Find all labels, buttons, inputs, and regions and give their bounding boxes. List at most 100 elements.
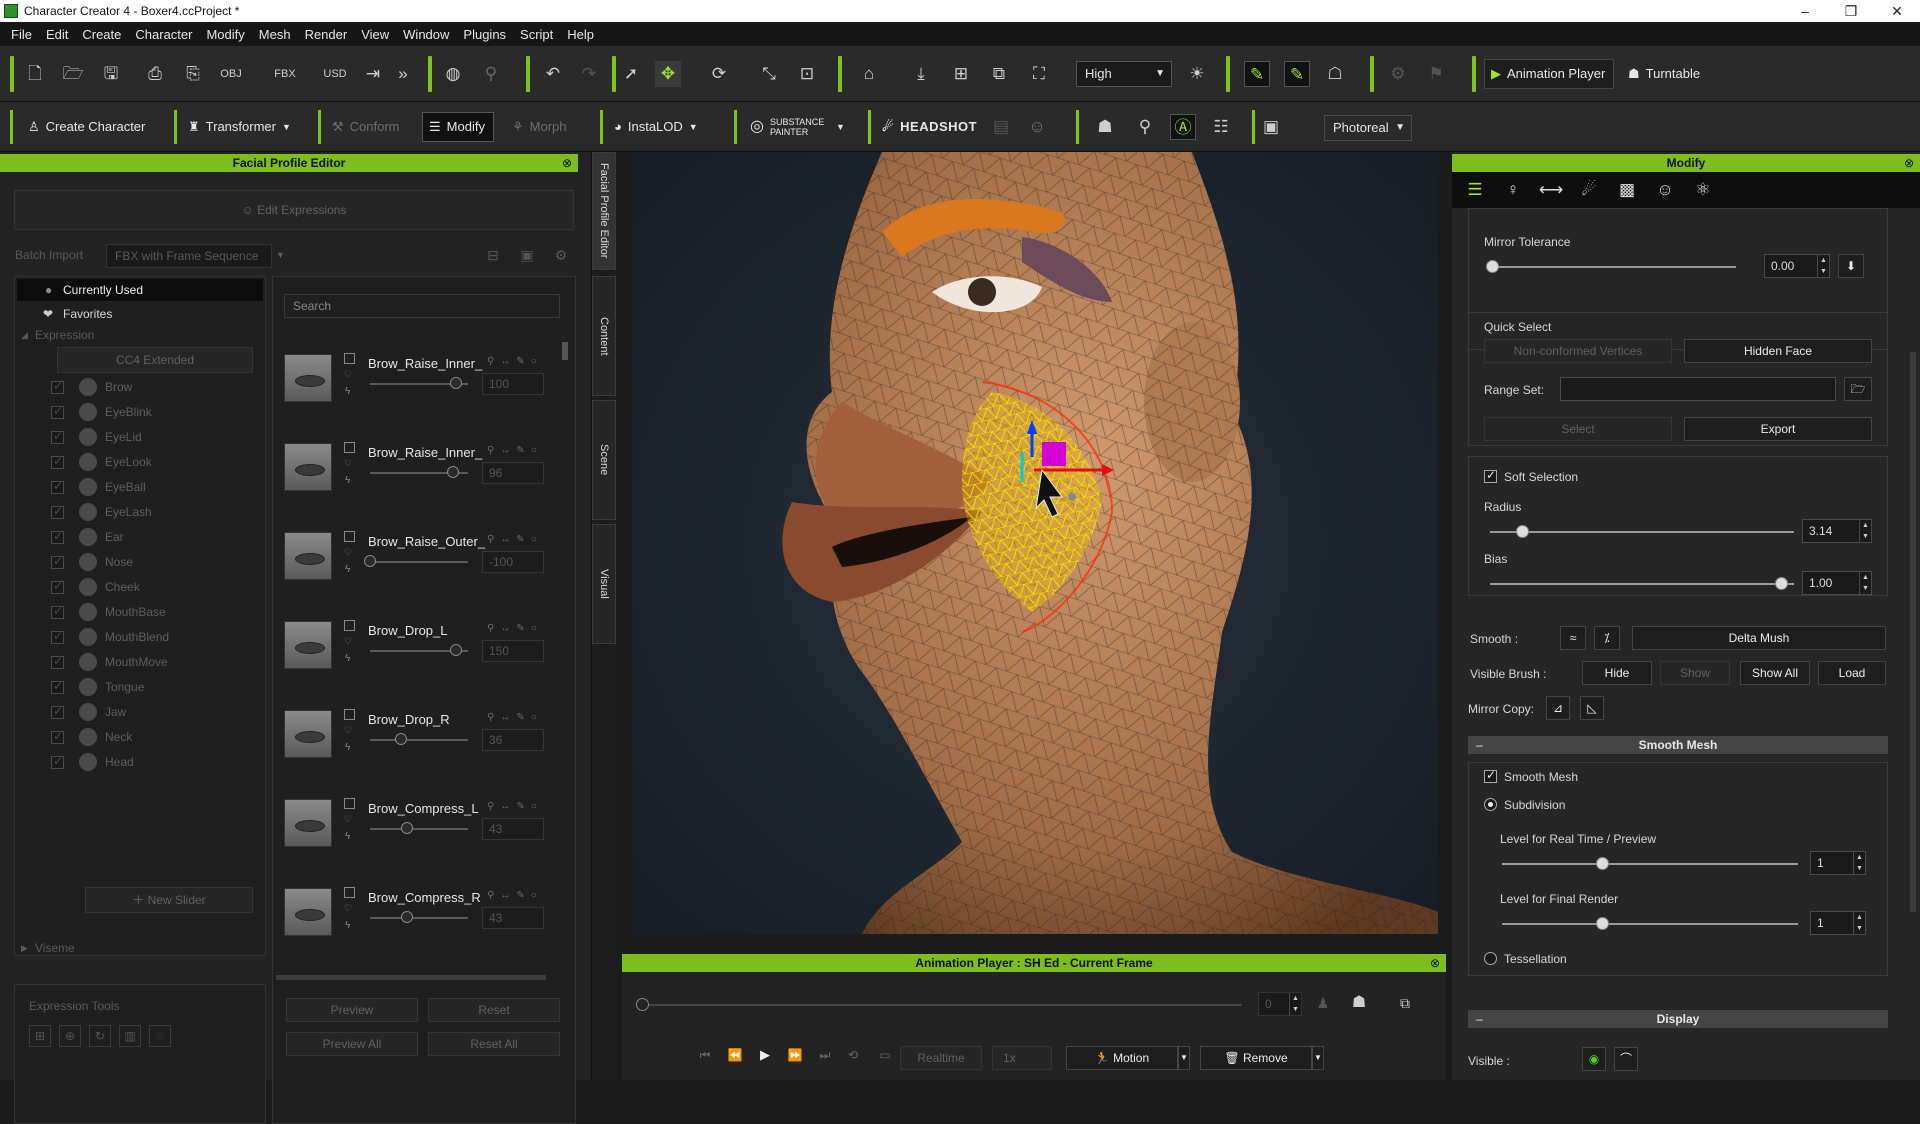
timeline-knob[interactable] — [636, 998, 649, 1011]
category-item[interactable]: Neck — [49, 727, 249, 749]
head-tab-icon[interactable]: ☺ — [1652, 177, 1678, 203]
tool-3-icon[interactable]: ↻ — [89, 1025, 111, 1047]
new-file-icon[interactable]: 🗋 — [22, 61, 48, 87]
category-checkbox[interactable] — [51, 454, 64, 469]
render-icon[interactable]: ▣ — [1258, 114, 1284, 140]
level-realtime-knob[interactable] — [1596, 857, 1609, 870]
smooth-icon[interactable]: ≈ — [1560, 626, 1586, 650]
heart-icon[interactable]: ♡ — [344, 725, 352, 736]
expression-tools-icons[interactable]: ⚲↔✎○ — [487, 712, 543, 723]
show-all-button[interactable]: Show All — [1740, 661, 1810, 685]
range-set-field[interactable] — [1560, 377, 1836, 401]
play-icon[interactable]: ▶ — [752, 1042, 778, 1068]
expression-value-field[interactable]: 96 — [482, 462, 544, 484]
minimize-button[interactable]: – — [1782, 3, 1828, 20]
close-icon[interactable]: ⊗ — [1430, 954, 1440, 972]
prev-frame-icon[interactable]: ⏪ — [722, 1042, 748, 1068]
expression-value-field[interactable]: 43 — [482, 818, 544, 840]
3d-viewport[interactable] — [632, 152, 1438, 934]
category-item[interactable]: Nose — [49, 552, 249, 574]
expression-slider-track[interactable] — [370, 917, 468, 919]
category-checkbox[interactable] — [51, 504, 64, 519]
subtitle-icon[interactable]: ▭ — [872, 1042, 898, 1068]
conform-button[interactable]: ⚒ Conform — [326, 112, 406, 142]
subdivision-radio[interactable] — [1484, 798, 1497, 811]
expression-slider-track[interactable] — [370, 739, 468, 741]
tab-facial-profile-editor[interactable]: Facial Profile Editor — [592, 152, 616, 270]
spin-arrows-icon[interactable]: ▲ ▼ — [1853, 912, 1865, 934]
spin-arrows-icon[interactable]: ▲ ▼ — [1859, 572, 1871, 594]
next-frame-icon[interactable]: ⏩ — [782, 1042, 808, 1068]
expression-tools-icons[interactable]: ⚲↔✎○ — [487, 890, 543, 901]
mirror-tolerance-knob[interactable] — [1486, 260, 1499, 273]
expression-slider-knob[interactable] — [400, 911, 413, 923]
category-item[interactable]: EyeBall — [49, 477, 249, 499]
category-checkbox[interactable] — [51, 754, 64, 769]
spin-arrows-icon[interactable]: ▲ ▼ — [1853, 852, 1865, 874]
maximize-button[interactable]: ❐ — [1828, 3, 1874, 20]
export-icon[interactable]: ⎘ — [180, 61, 206, 87]
category-checkbox[interactable] — [51, 629, 64, 644]
category-checkbox[interactable] — [51, 429, 64, 444]
menu-script[interactable]: Script — [513, 27, 560, 42]
heart-icon[interactable]: ♡ — [344, 547, 352, 558]
profile-dropdown[interactable]: CC4 Extended — [57, 347, 253, 373]
expression-slider-knob[interactable] — [450, 644, 462, 656]
lightning-icon[interactable]: ϟ — [345, 564, 350, 575]
heart-icon[interactable]: ♡ — [344, 369, 352, 380]
lightning-icon[interactable]: ϟ — [345, 475, 350, 486]
radius-knob[interactable] — [1516, 525, 1529, 538]
category-checkbox[interactable] — [51, 579, 64, 594]
lightning-icon[interactable]: ϟ — [345, 742, 350, 753]
motion-tab-icon[interactable]: ☄ — [1576, 177, 1602, 203]
mirror-copy-left-icon[interactable]: ⊿ — [1546, 696, 1570, 720]
preview-button[interactable]: Preview — [286, 998, 418, 1022]
expression-checkbox[interactable] — [344, 798, 355, 809]
inspect-icon[interactable]: ⚲ — [1132, 114, 1158, 140]
drop-to-floor-icon[interactable]: ⤓ — [908, 61, 934, 87]
expression-checkbox[interactable] — [344, 442, 355, 453]
expression-slider-track[interactable] — [370, 561, 468, 563]
turntable-button[interactable]: ☗ Turntable — [1622, 59, 1742, 89]
heart-icon[interactable]: ♡ — [344, 458, 352, 469]
go-start-icon[interactable]: ⏮ — [692, 1042, 718, 1068]
category-item[interactable]: Ear — [49, 527, 249, 549]
category-checkbox[interactable] — [51, 604, 64, 619]
expression-slider-knob[interactable] — [400, 822, 413, 834]
select-button[interactable]: Select — [1484, 417, 1672, 441]
obj-export-icon[interactable]: OBJ — [218, 61, 244, 87]
realtime-button[interactable]: Realtime — [900, 1046, 982, 1070]
expression-row[interactable]: ♡ ϟ Brow_Raise_Inner_ ⚲↔✎○ 96 — [282, 441, 572, 523]
window-icon[interactable]: ⧉ — [1392, 990, 1418, 1016]
tree-item-favorites[interactable]: ❤ Favorites — [17, 303, 263, 325]
expression-checkbox[interactable] — [344, 353, 355, 364]
load-button[interactable]: Load — [1818, 661, 1886, 685]
category-checkbox[interactable] — [51, 679, 64, 694]
modify-button[interactable]: ☰ Modify — [422, 112, 494, 142]
live-link-icon[interactable]: ◍ — [440, 61, 466, 87]
timeline-track[interactable] — [642, 1004, 1242, 1006]
fbx-export-icon[interactable]: FBX — [272, 61, 298, 87]
spin-arrows-icon[interactable]: ▲ ▼ — [1817, 255, 1829, 277]
smooth-mesh-checkbox[interactable] — [1484, 768, 1497, 783]
expression-slider-track[interactable] — [370, 828, 468, 830]
tab-content[interactable]: Content — [592, 276, 616, 396]
category-checkbox[interactable] — [51, 554, 64, 569]
radius-field[interactable]: 3.14 ▲ ▼ — [1802, 519, 1872, 543]
light-icon[interactable]: ☀ — [1184, 61, 1210, 87]
expression-tools-icons[interactable]: ⚲↔✎○ — [487, 801, 543, 812]
remove-button[interactable]: 🗑 Remove — [1200, 1046, 1312, 1070]
expression-row[interactable]: ♡ ϟ Brow_Drop_R ⚲↔✎○ 36 — [282, 708, 572, 790]
collapse-triangle-icon[interactable]: ▶ — [21, 943, 28, 954]
bone-select-icon[interactable]: ✎ — [1244, 61, 1270, 87]
move-tool-icon[interactable]: ✥ — [655, 61, 681, 87]
motion-button[interactable]: 🏃 Motion — [1066, 1046, 1178, 1070]
expression-value-field[interactable]: 36 — [482, 729, 544, 751]
render-mode-dropdown[interactable]: Photoreal ▼ — [1324, 115, 1412, 141]
frame-selected-icon[interactable]: ⊞ — [948, 61, 974, 87]
animation-player-button[interactable]: ▶ Animation Player — [1484, 59, 1614, 89]
camera-icon[interactable]: ⛶ — [1026, 61, 1052, 87]
pose-edit-icon[interactable]: ✎ — [1284, 61, 1310, 87]
snap-icon[interactable]: ⊡ — [794, 61, 820, 87]
expression-slider-knob[interactable] — [394, 733, 407, 745]
